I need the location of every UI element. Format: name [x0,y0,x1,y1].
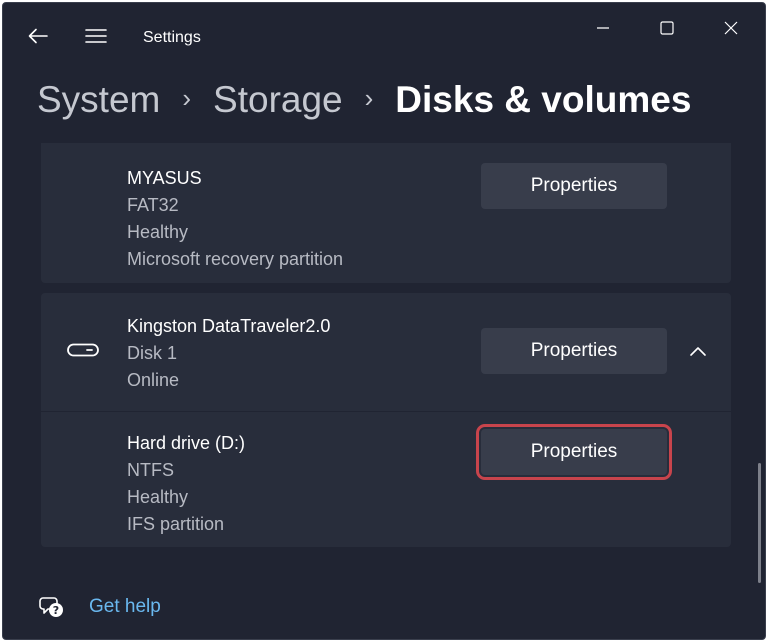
disk-properties-button[interactable]: Properties [481,328,667,374]
minimize-icon [597,27,609,29]
volume-file-system: NTFS [127,460,174,480]
disk-info: Kingston DataTraveler2.0 Disk 1 Online [127,313,330,394]
hard-drive-properties-button[interactable]: Properties [476,424,672,480]
title-bar: Settings [3,3,765,63]
page-title: Disks & volumes [395,79,692,120]
breadcrumb: System › Storage › Disks & volumes [37,75,691,125]
maximize-icon [660,21,674,35]
get-help-link[interactable]: ? Get help [39,595,161,619]
help-chat-icon: ? [39,597,63,617]
volume-status: Healthy [127,487,189,507]
scrollbar-thumb[interactable] [758,463,761,583]
back-button[interactable] [23,21,53,51]
chevron-up-icon[interactable] [687,341,709,363]
volume-info: Hard drive (D:) NTFS Healthy IFS partiti… [127,430,245,538]
volume-card-hard-drive: Hard drive (D:) NTFS Healthy IFS partiti… [41,412,731,547]
minimize-button[interactable] [583,11,623,45]
volume-card-myasus: MYASUS FAT32 Healthy Microsoft recovery … [41,143,731,283]
breadcrumb-separator: › [364,82,374,113]
disk-status: Online [127,370,180,390]
hamburger-menu-icon [85,29,107,43]
settings-window: Settings System › Storage › Disks & volu… [2,2,766,640]
volume-name: Hard drive (D:) [127,433,246,453]
arrow-left-icon [28,28,48,44]
volume-name: MYASUS [127,168,202,188]
close-button[interactable] [711,11,751,45]
app-title: Settings [143,29,201,46]
volume-info: MYASUS FAT32 Healthy Microsoft recovery … [127,165,343,273]
disk-card-kingston[interactable]: Kingston DataTraveler2.0 Disk 1 Online P… [41,293,731,411]
disk-name: Kingston DataTraveler2.0 [127,316,331,336]
volume-type: IFS partition [127,514,225,534]
menu-button[interactable] [81,21,111,51]
myasus-properties-button[interactable]: Properties [481,163,667,209]
volume-type: Microsoft recovery partition [127,249,344,269]
get-help-label[interactable]: Get help [89,596,161,618]
volume-status: Healthy [127,222,189,242]
breadcrumb-storage[interactable]: Storage [213,79,343,121]
svg-text:?: ? [53,604,59,617]
disk-number: Disk 1 [127,343,178,363]
breadcrumb-separator: › [182,82,192,113]
close-icon [724,21,738,35]
breadcrumb-system[interactable]: System [37,79,160,121]
usb-drive-icon [67,343,99,357]
volume-file-system: FAT32 [127,195,179,215]
maximize-button[interactable] [647,11,687,45]
